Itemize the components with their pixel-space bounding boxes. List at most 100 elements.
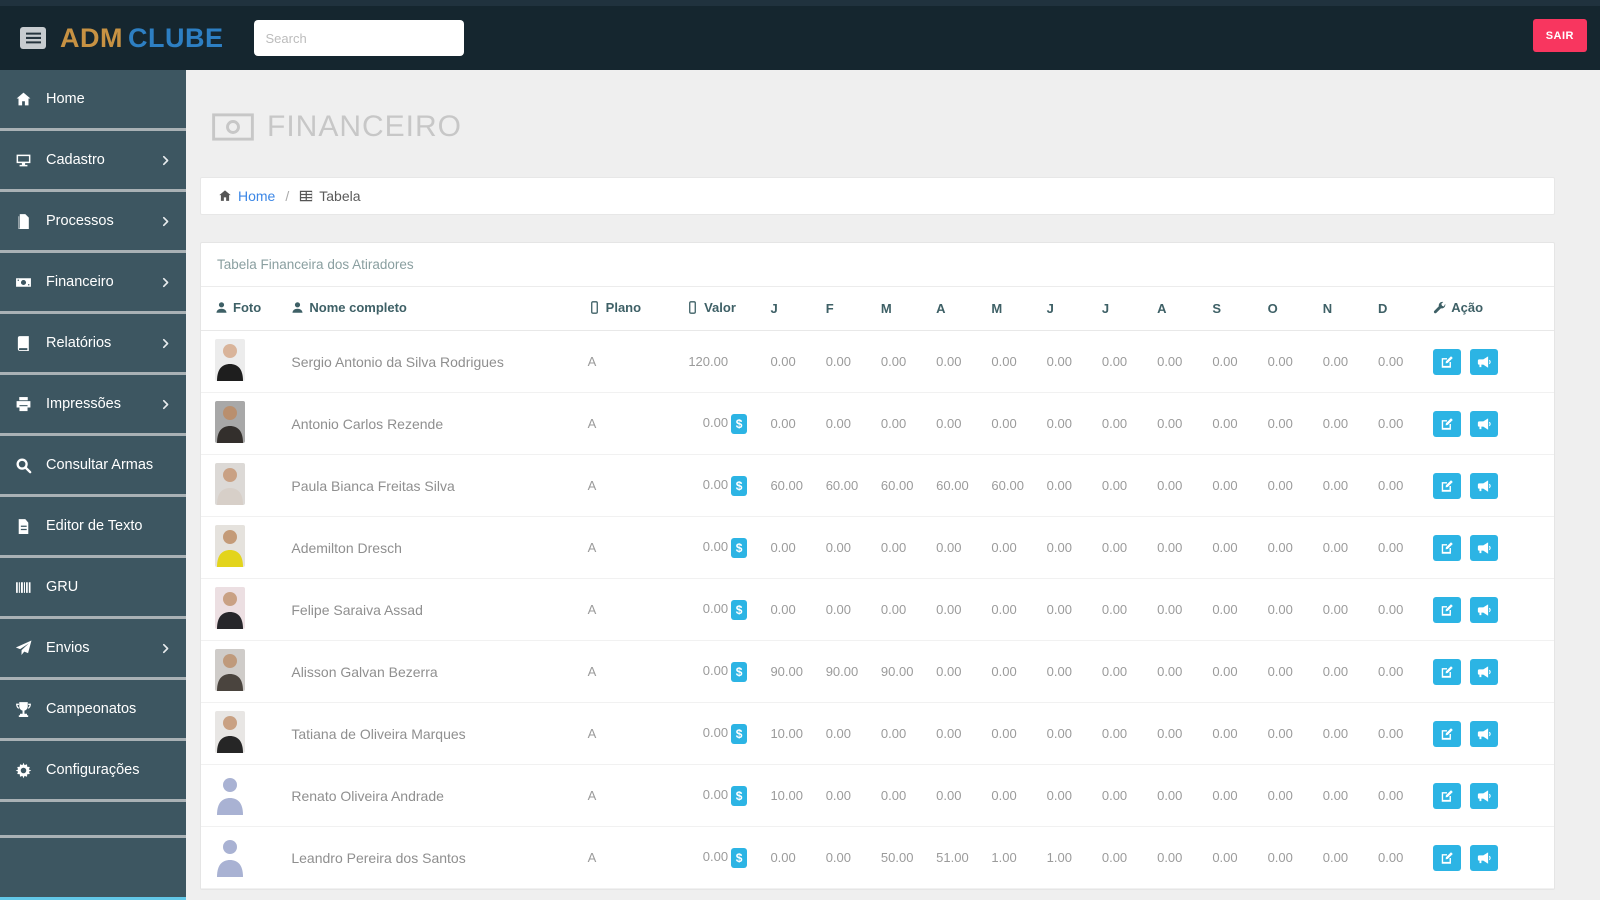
column-header: A <box>1149 287 1205 331</box>
row-action-button[interactable] <box>1433 410 1462 437</box>
plan-value: A <box>579 764 679 827</box>
sidebar-item[interactable]: Home <box>0 70 186 131</box>
edit-icon <box>1440 851 1454 865</box>
dollar-badge[interactable]: $ <box>731 723 748 744</box>
edit-icon <box>1440 665 1454 679</box>
column-header: D <box>1370 287 1426 331</box>
sidebar-item[interactable]: Cadastro <box>0 131 186 192</box>
dollar-badge[interactable]: $ <box>731 475 748 496</box>
bars-icon <box>25 32 41 44</box>
row-action-button[interactable] <box>1433 348 1462 375</box>
avatar-icon <box>215 835 245 877</box>
sidebar-item[interactable]: Campeonatos <box>0 680 186 741</box>
row-action-button[interactable] <box>1469 596 1498 623</box>
month-value-cell: 0.00 <box>1259 392 1315 455</box>
month-value-cell: 0.00 <box>928 516 984 579</box>
column-header-label: Foto <box>233 300 262 315</box>
row-action-button[interactable] <box>1469 348 1498 375</box>
month-value-cell: 0.00 <box>983 392 1039 455</box>
search-input[interactable] <box>253 20 464 56</box>
table-header-row: Foto Nome completo Plano Valor J F M A M… <box>201 287 1554 331</box>
sidebar-item-label: Editor de Texto <box>46 518 143 534</box>
dollar-badge[interactable]: $ <box>731 537 748 558</box>
actions-cell <box>1425 392 1554 455</box>
month-value-cell: 0.00 <box>1314 330 1371 393</box>
row-action-button[interactable] <box>1469 534 1498 561</box>
month-value-cell: 0.00 <box>1204 454 1260 517</box>
breadcrumb-home-label: Home <box>238 188 276 204</box>
member-name: Paula Bianca Freitas Silva <box>283 454 580 517</box>
row-action-button[interactable] <box>1469 844 1498 871</box>
month-value-cell: 0.00 <box>1149 392 1205 455</box>
sidebar-item-label: Home <box>46 91 85 107</box>
valor-amount: 0.00 <box>702 600 729 616</box>
dollar-badge[interactable]: $ <box>731 599 748 620</box>
sidebar-item[interactable]: Configurações <box>0 741 186 802</box>
sidebar-toggle-button[interactable] <box>20 27 46 49</box>
month-value-cell: 10.00 <box>762 702 818 765</box>
sidebar-item-label: Configurações <box>46 762 140 778</box>
row-action-button[interactable] <box>1469 658 1498 685</box>
month-value-cell: 0.00 <box>1314 392 1371 455</box>
month-value-cell: 0.00 <box>983 640 1039 703</box>
row-action-button[interactable] <box>1433 472 1462 499</box>
logout-button[interactable]: SAIR <box>1532 19 1587 52</box>
row-action-button[interactable] <box>1469 782 1498 809</box>
dollar-badge[interactable]: $ <box>731 847 748 868</box>
sidebar-item[interactable]: Financeiro <box>0 253 186 314</box>
column-header: M <box>872 287 929 331</box>
valor-cell: 0.00 $ <box>678 640 763 703</box>
avatar-icon <box>215 773 245 815</box>
dollar-badge[interactable]: $ <box>731 413 748 434</box>
sidebar-item[interactable]: GRU <box>0 558 186 619</box>
row-action-button[interactable] <box>1433 720 1462 747</box>
barcode-icon <box>15 579 36 596</box>
row-action-button[interactable] <box>1433 782 1462 809</box>
sidebar-item[interactable]: Consultar Armas <box>0 436 186 497</box>
breadcrumb-home-link[interactable]: Home <box>218 188 275 204</box>
month-value-cell: 10.00 <box>762 764 818 827</box>
month-value-cell: 0.00 <box>1204 640 1260 703</box>
month-value-cell: 0.00 <box>928 578 984 641</box>
valor-cell: 0.00 $ <box>678 578 763 641</box>
table-row: Ademilton Dresch A 0.00$ 0.00 0.00 0.00 <box>201 516 1554 579</box>
row-action-button[interactable] <box>1433 596 1462 623</box>
sidebar-item-label: GRU <box>46 579 79 595</box>
column-header: Nome completo <box>283 287 580 331</box>
sidebar-item[interactable]: Impressões <box>0 375 186 436</box>
sidebar-item[interactable]: Editor de Texto <box>0 497 186 558</box>
month-value-cell: 0.00 <box>983 330 1039 393</box>
dollar-badge[interactable]: $ <box>731 785 748 806</box>
sidebar-item[interactable]: Processos <box>0 192 186 253</box>
month-value-cell: 0.00 <box>1093 454 1150 517</box>
row-action-button[interactable] <box>1433 658 1462 685</box>
valor-cell: 0.00 $ <box>678 764 763 827</box>
row-action-button[interactable] <box>1433 534 1462 561</box>
megaphone-icon <box>1477 417 1491 431</box>
month-value-cell: 0.00 <box>1204 826 1260 889</box>
sidebar-item[interactable]: Relatórios <box>0 314 186 375</box>
month-value-cell: 0.00 <box>1370 702 1426 765</box>
dollar-badge[interactable]: $ <box>731 661 748 682</box>
photo-cell <box>201 454 284 517</box>
row-action-button[interactable] <box>1469 472 1498 499</box>
sidebar-item[interactable]: Envios <box>0 619 186 680</box>
valor-cell: 0.00 $ <box>678 826 763 889</box>
actions-cell <box>1425 330 1554 393</box>
month-value-cell: 0.00 <box>1038 392 1094 455</box>
month-value-cell: 90.00 <box>872 640 929 703</box>
month-value-cell: 0.00 <box>1314 640 1371 703</box>
row-action-button[interactable] <box>1469 720 1498 747</box>
actions-cell <box>1425 516 1554 579</box>
page-title: FINANCEIRO <box>267 110 463 143</box>
month-value-cell: 0.00 <box>817 702 873 765</box>
month-value-cell: 0.00 <box>1149 640 1205 703</box>
row-action-button[interactable] <box>1433 844 1462 871</box>
row-action-button[interactable] <box>1469 410 1498 437</box>
table-row: Antonio Carlos Rezende A 0.00 $ 0.00 0.00… <box>201 392 1554 455</box>
breadcrumb: Home / Tabela <box>200 177 1555 215</box>
month-value-cell: 60.00 <box>872 454 929 517</box>
month-value-cell: 0.00 <box>928 702 984 765</box>
avatar-icon <box>215 339 245 381</box>
month-value-cell: 1.00 <box>1038 826 1094 889</box>
